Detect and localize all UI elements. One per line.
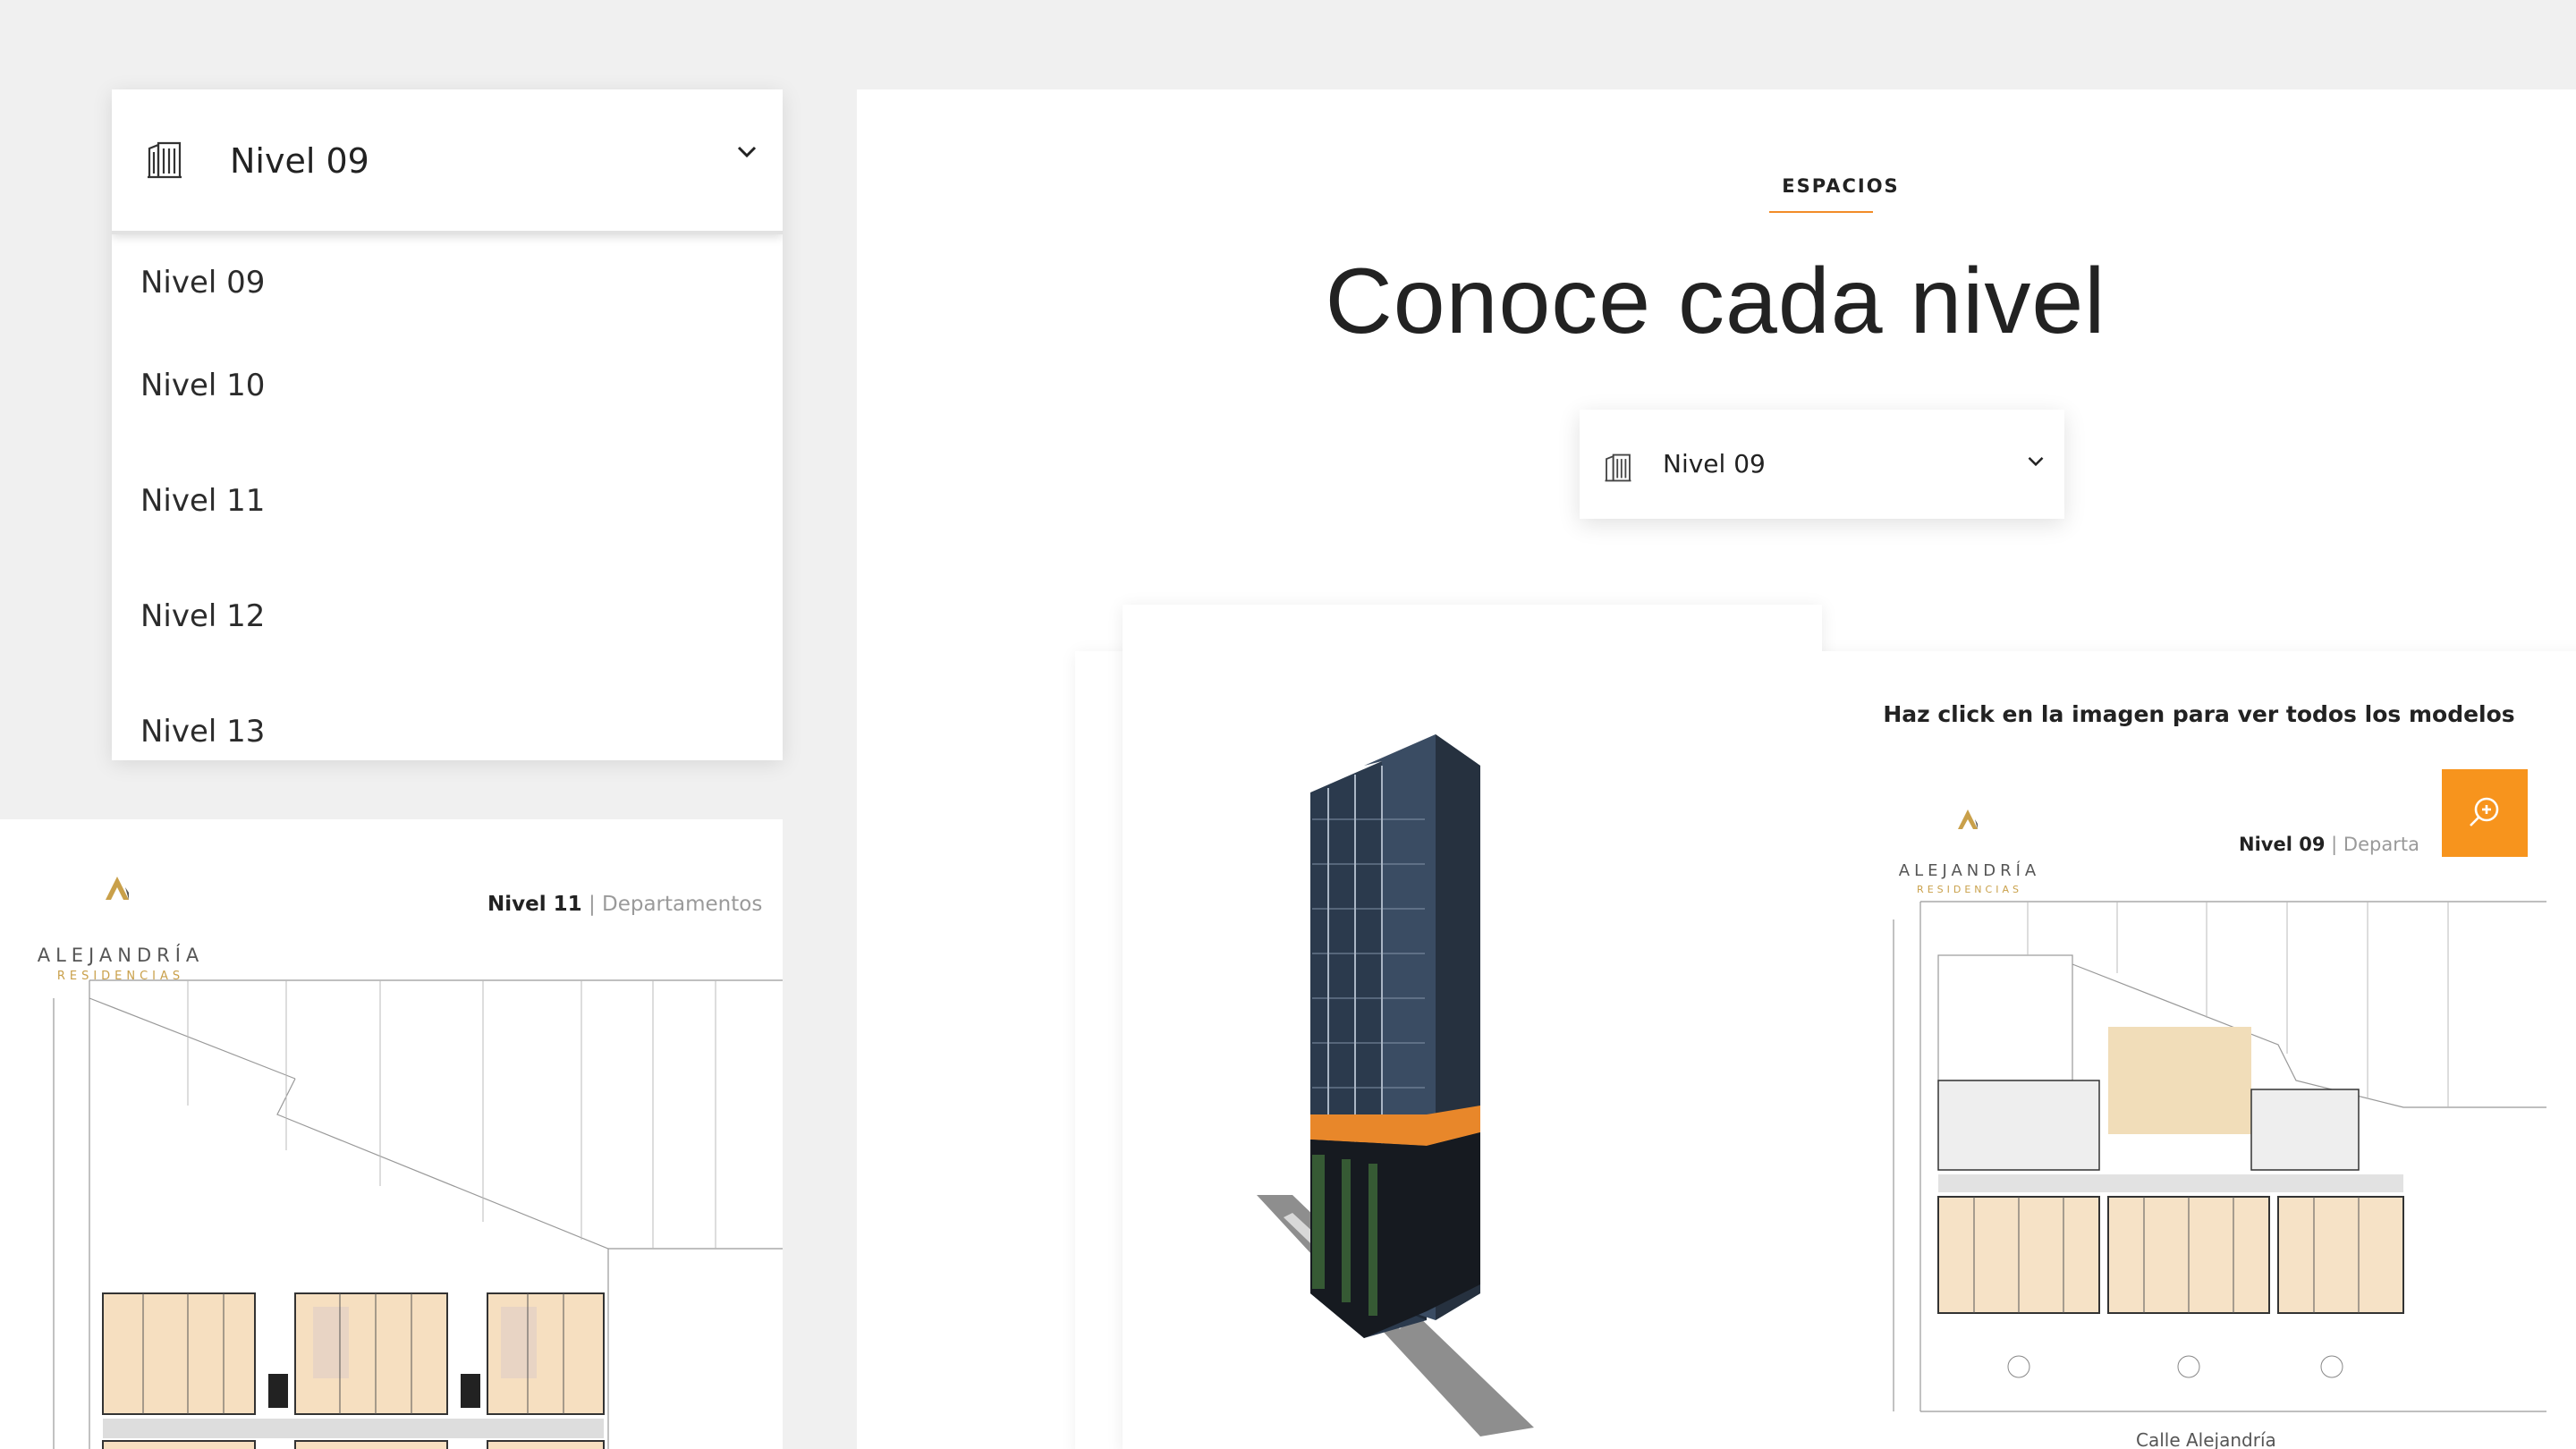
chevron-down-icon [736, 145, 758, 163]
zoom-in-icon [2467, 793, 2503, 833]
brand-name: ALEJANDRÍA [1898, 861, 2041, 880]
plan-level: Nivel 09 [2239, 834, 2326, 855]
plan-category: Departa [2343, 834, 2419, 855]
alejandria-logo: ALEJANDRÍA RESIDENCIAS [36, 862, 206, 983]
floor-plan-drawing [1893, 901, 2546, 1412]
main-content-panel: ESPACIOS Conoce cada nivel Nivel 09 Haz … [857, 89, 2576, 1449]
plan-level: Nivel 11 [487, 893, 582, 916]
dropdown-option[interactable]: Nivel 12 [112, 558, 783, 674]
tower-render-image [1257, 734, 1534, 1436]
dropdown-selected-label: Nivel 09 [230, 141, 369, 181]
dropdown-option[interactable]: Nivel 09 [112, 238, 783, 327]
page-title: Conoce cada nivel [1325, 250, 2106, 353]
section-underline [1769, 211, 1873, 213]
level-dropdown-panel: Nivel 09 Nivel 09 Nivel 10 Nivel 11 Nive… [112, 89, 783, 760]
level-dropdown-toggle[interactable]: Nivel 09 [112, 89, 783, 234]
alejandria-logo: ALEJANDRÍA RESIDENCIAS [1894, 799, 2046, 895]
building-icon [148, 141, 182, 182]
dropdown-options-list: Nivel 09 Nivel 10 Nivel 11 Nivel 12 Nive… [112, 238, 783, 760]
building-icon [1605, 453, 1631, 486]
level-select[interactable]: Nivel 09 [1580, 410, 2064, 519]
tower-render-card[interactable] [1123, 605, 1822, 1449]
plan-separator: | [2331, 834, 2338, 855]
plan-title: Nivel 11 | Departamentos [487, 893, 762, 916]
brand-name: ALEJANDRÍA [37, 945, 205, 966]
dropdown-option[interactable]: Nivel 13 [112, 674, 783, 760]
plan-instruction: Haz click en la imagen para ver todos lo… [1883, 701, 2515, 727]
chevron-down-icon [2027, 454, 2045, 471]
zoom-button[interactable] [2442, 769, 2528, 857]
plan-category: Departamentos [602, 893, 763, 916]
plan-title: Nivel 09 | Departa [2239, 834, 2419, 855]
dropdown-option[interactable]: Nivel 11 [112, 443, 783, 558]
street-label: Calle Alejandría [2136, 1429, 2276, 1449]
floor-plan-card-nivel-11[interactable]: ALEJANDRÍA RESIDENCIAS Nivel 11 | Depart… [0, 819, 783, 1449]
level-select-label: Nivel 09 [1663, 449, 1766, 479]
section-label: ESPACIOS [1782, 175, 1900, 197]
plan-separator: | [588, 893, 596, 916]
floor-plan-drawing [53, 979, 783, 1449]
dropdown-option[interactable]: Nivel 10 [112, 327, 783, 443]
